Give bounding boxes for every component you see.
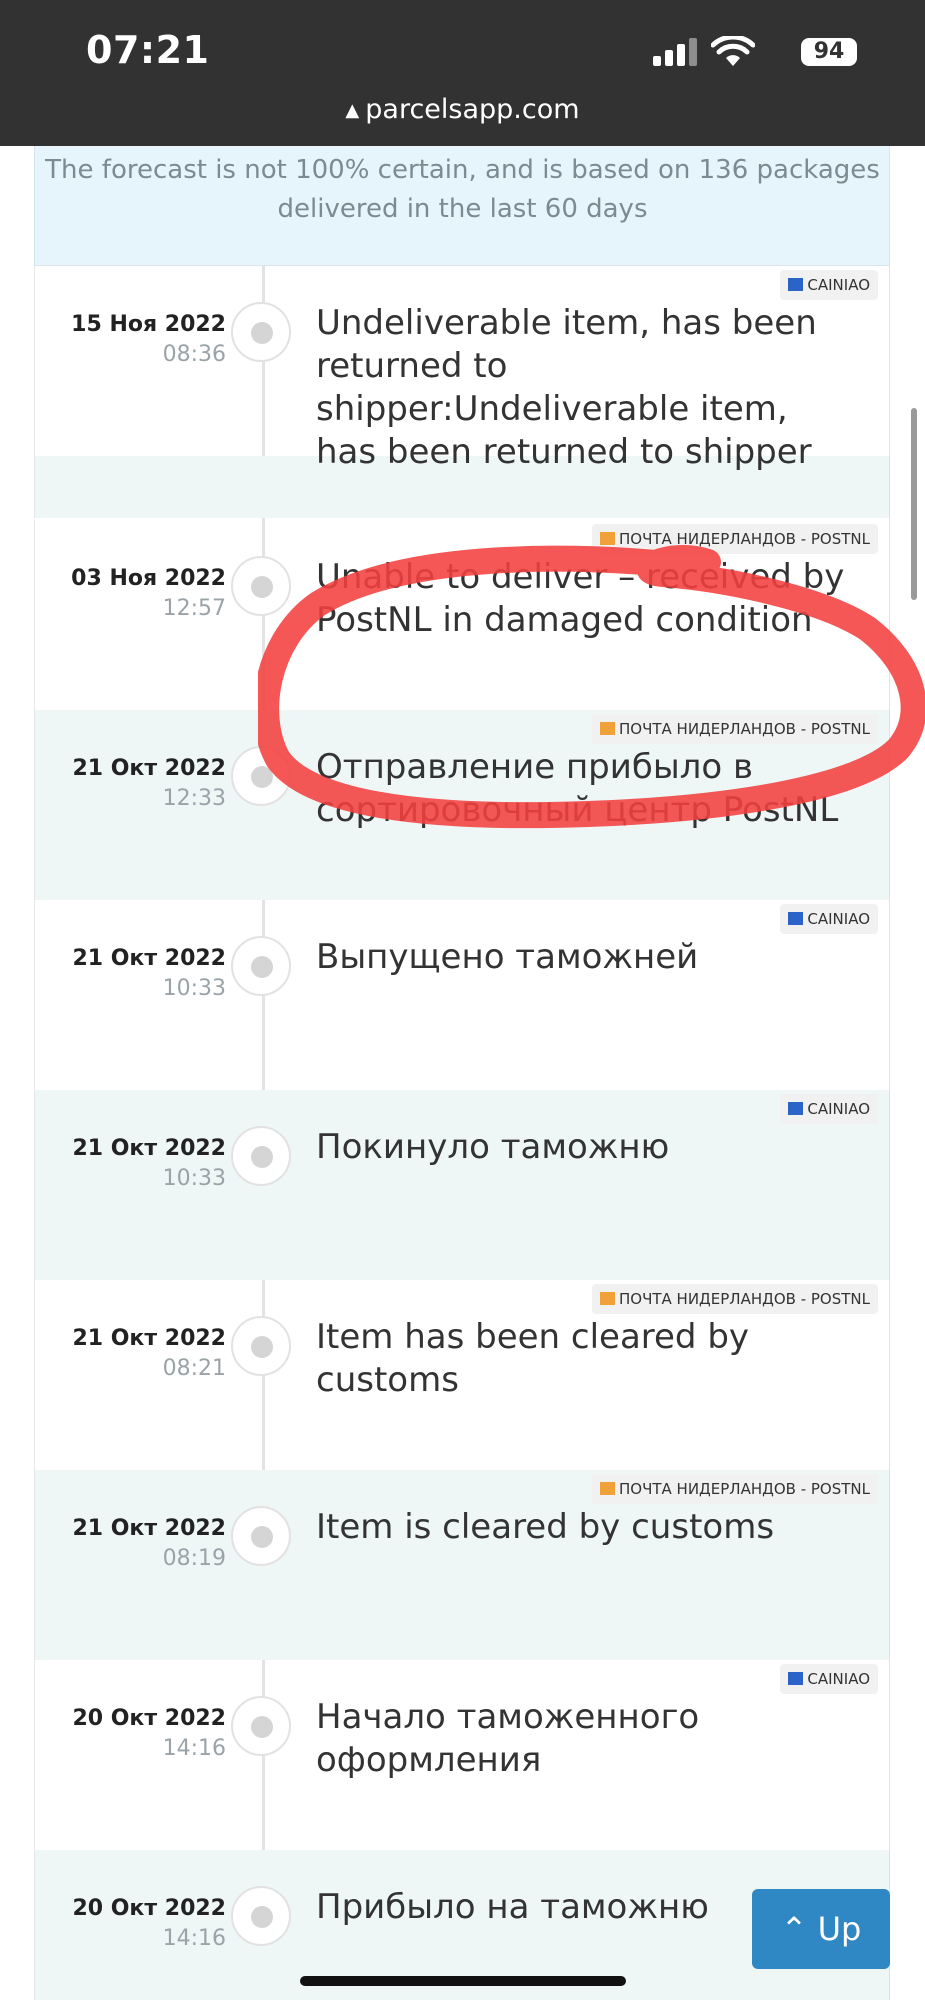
carrier-name: ПОЧТА НИДЕРЛАНДОВ - POSTNL	[618, 530, 870, 548]
warning-icon: ▲	[345, 100, 360, 121]
event-date: 21 Окт 2022	[72, 1326, 226, 1351]
url-bar[interactable]: ▲ parcelsapp.com	[0, 94, 925, 125]
event-time: 10:33	[162, 976, 226, 1001]
carrier-name: CAINIAO	[807, 276, 870, 294]
carrier-name: ПОЧТА НИДЕРЛАНДОВ - POSTNL	[618, 720, 870, 738]
timeline-dot-icon	[231, 1506, 291, 1566]
postnl-icon	[599, 1482, 615, 1495]
event-description: Unable to deliver – received by PostNL i…	[316, 557, 845, 640]
forecast-note: The forecast is not 100% certain, and is…	[34, 146, 890, 266]
event-date: 20 Окт 2022	[72, 1896, 226, 1921]
status-icons: 94	[627, 36, 867, 68]
tracking-event: 21 Окт 2022 10:33 Выпущено таможней CAINIAO	[34, 900, 890, 1090]
carrier-name: ПОЧТА НИДЕРЛАНДОВ - POSTNL	[618, 1480, 870, 1498]
timeline-dot-icon	[231, 302, 291, 362]
postnl-icon	[599, 722, 615, 735]
cellular-signal-icon	[653, 38, 697, 66]
event-date: 21 Окт 2022	[72, 756, 226, 781]
event-time: 10:33	[162, 1166, 226, 1191]
carrier-badge: ПОЧТА НИДЕРЛАНДОВ - POSTNL	[591, 524, 878, 554]
timeline-dot-icon	[231, 1886, 291, 1946]
tracking-event: 21 Окт 2022 08:19 Item is cleared by custo…	[34, 1470, 890, 1660]
cainiao-icon	[788, 1672, 804, 1685]
event-time: 14:16	[162, 1926, 226, 1951]
event-time: 14:16	[162, 1736, 226, 1761]
event-date: 21 Окт 2022	[72, 1136, 226, 1161]
event-time: 12:33	[162, 786, 226, 811]
event-description: Выпущено таможней	[316, 937, 699, 977]
tracking-page: The forecast is not 100% certain, and is…	[34, 146, 890, 2000]
home-indicator[interactable]	[300, 1976, 626, 1986]
carrier-name: CAINIAO	[807, 910, 870, 928]
tracking-event: 21 Окт 2022 08:21 Item has been cleared by…	[34, 1280, 890, 1470]
postnl-icon	[599, 532, 615, 545]
carrier-name: CAINIAO	[807, 1100, 870, 1118]
carrier-badge: ПОЧТА НИДЕРЛАНДОВ - POSTNL	[591, 1474, 878, 1504]
tracking-event: 21 Окт 2022 12:33 Отправление прибыло в со…	[34, 710, 890, 900]
status-time: 07:21	[86, 28, 210, 72]
carrier-badge: CAINIAO	[780, 1664, 878, 1694]
timeline-dot-icon	[231, 746, 291, 806]
tracking-event: 15 Ноя 2022 08:36 Undeliverable item, has …	[34, 266, 890, 472]
event-description: Отправление прибыло в сортировочный цент…	[316, 747, 839, 830]
event-date: 21 Окт 2022	[72, 946, 226, 971]
carrier-name: ПОЧТА НИДЕРЛАНДОВ - POSTNL	[618, 1290, 870, 1308]
tracking-event: 21 Окт 2022 10:33 Покинуло таможню CAINIAO	[34, 1090, 890, 1280]
event-description: Item has been cleared by customs	[316, 1317, 750, 1400]
cainiao-icon	[788, 1102, 804, 1115]
carrier-name: CAINIAO	[807, 1670, 870, 1688]
carrier-badge: CAINIAO	[780, 904, 878, 934]
page-scrollbar[interactable]	[911, 408, 917, 600]
postnl-icon	[599, 1292, 615, 1305]
timeline-dot-icon	[231, 936, 291, 996]
event-time: 12:57	[162, 596, 226, 621]
scroll-up-button[interactable]: ⌃ Up	[752, 1889, 890, 1969]
event-time: 08:36	[162, 342, 226, 367]
event-date: 15 Ноя 2022	[71, 312, 226, 337]
carrier-badge: ПОЧТА НИДЕРЛАНДОВ - POSTNL	[591, 714, 878, 744]
event-time: 08:21	[162, 1356, 226, 1381]
chevron-up-icon: ⌃	[780, 1910, 808, 1948]
battery-icon: 94	[801, 38, 857, 66]
tracking-event: 20 Окт 2022 14:16 Начало таможенного оформ…	[34, 1660, 890, 1850]
carrier-badge: CAINIAO	[780, 1094, 878, 1124]
event-description: Начало таможенного оформления	[316, 1697, 700, 1780]
event-time: 08:19	[162, 1546, 226, 1571]
timeline-dot-icon	[231, 1126, 291, 1186]
timeline-dot-icon	[231, 1696, 291, 1756]
event-date: 20 Окт 2022	[72, 1706, 226, 1731]
event-description: Undeliverable item, has been returned to…	[316, 303, 817, 472]
timeline-dot-icon	[231, 1316, 291, 1376]
tracking-event: 03 Ноя 2022 12:57 Unable to deliver – rece…	[34, 520, 890, 710]
browser-top-bar: 07:21 94 ▲ parcelsapp.com	[0, 0, 925, 146]
wifi-icon	[711, 36, 755, 66]
url-domain: parcelsapp.com	[365, 94, 580, 125]
up-button-label: Up	[817, 1910, 862, 1948]
carrier-badge: CAINIAO	[780, 270, 878, 300]
event-description: Покинуло таможню	[316, 1127, 670, 1167]
cainiao-icon	[788, 278, 804, 291]
event-date: 03 Ноя 2022	[71, 566, 226, 591]
cainiao-icon	[788, 912, 804, 925]
timeline-dot-icon	[231, 556, 291, 616]
carrier-badge: ПОЧТА НИДЕРЛАНДОВ - POSTNL	[591, 1284, 878, 1314]
event-date: 21 Окт 2022	[72, 1516, 226, 1541]
event-description: Item is cleared by customs	[316, 1507, 775, 1547]
